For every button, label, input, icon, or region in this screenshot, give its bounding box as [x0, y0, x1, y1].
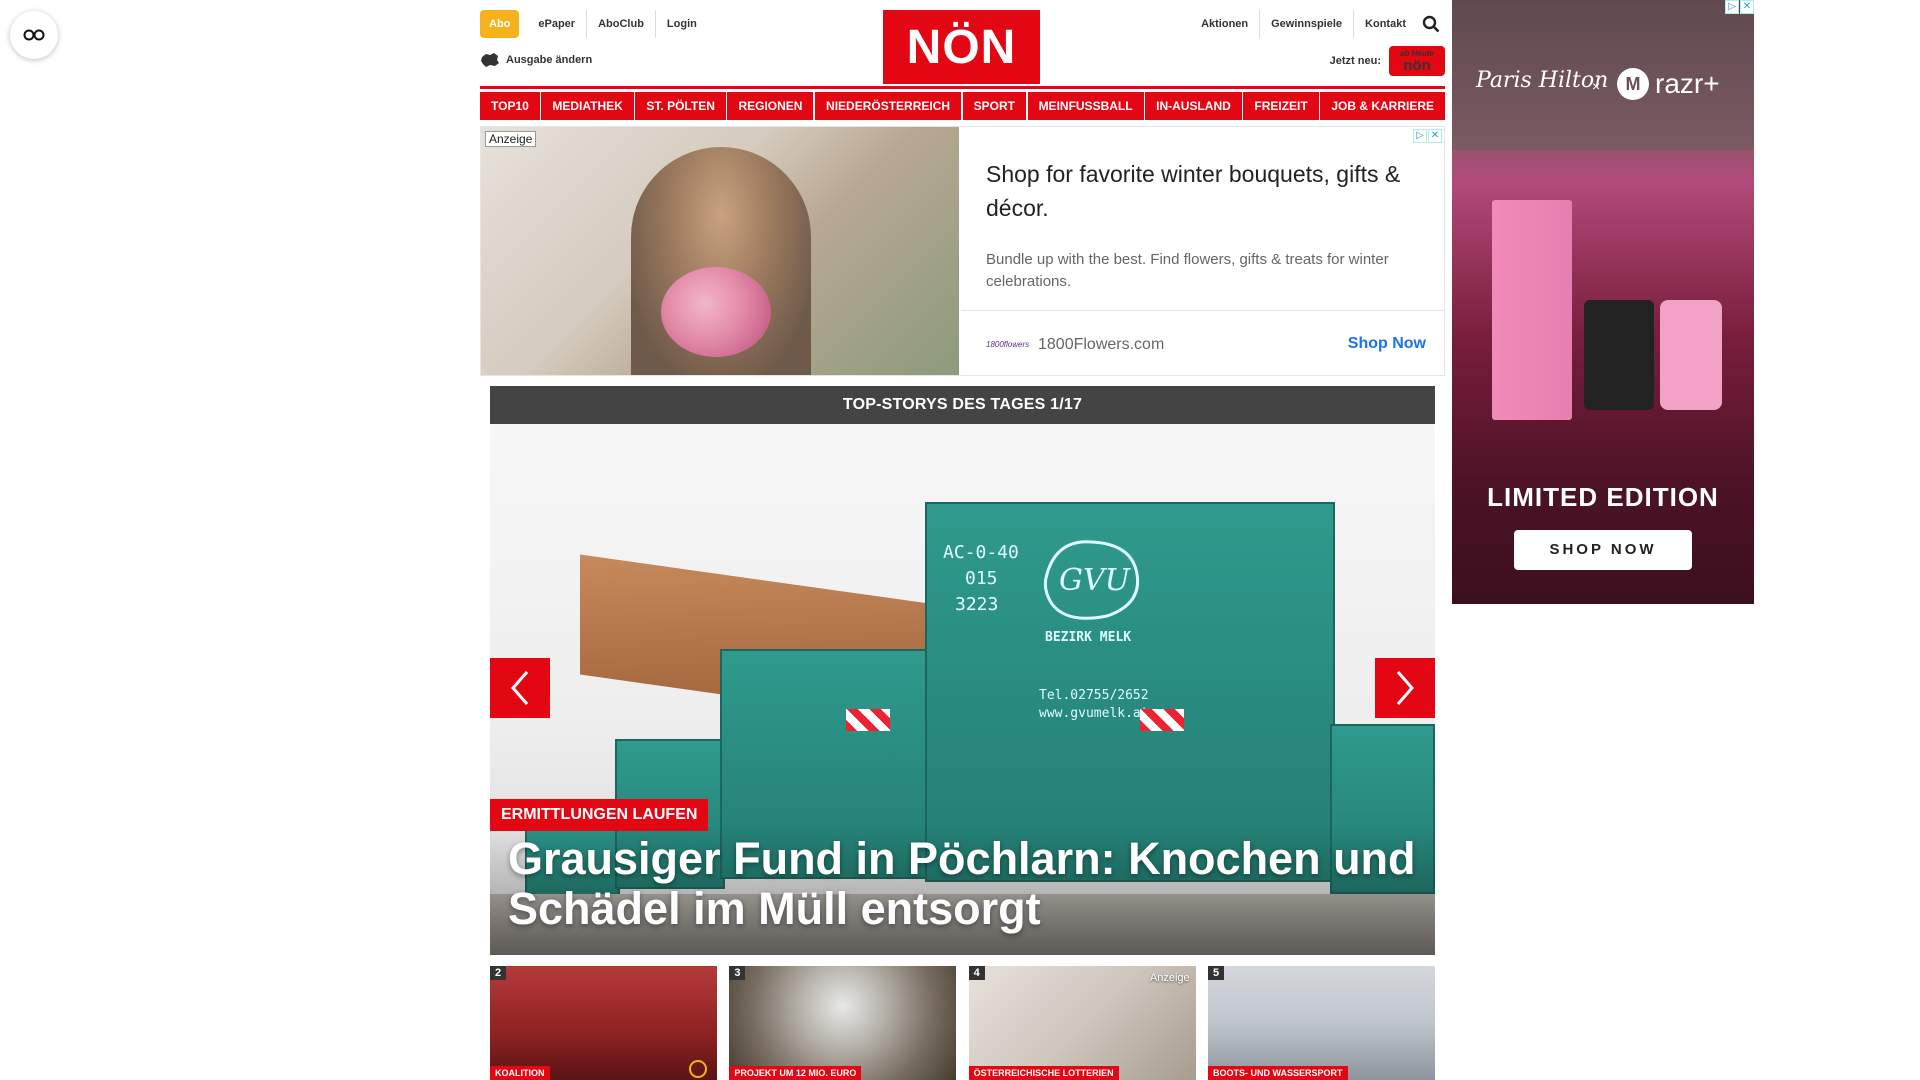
side-ad-brand-right-wrap: M razr+	[1617, 68, 1720, 100]
header-left-links: Abo ePaper AboClub Login	[480, 10, 708, 38]
topstories-header: TOP-STORYS DES TAGES 1/17	[490, 386, 1435, 424]
container-brand: BEZIRK MELK	[1045, 630, 1132, 645]
thumbnail-anzeige: Anzeige	[1149, 972, 1190, 984]
header-right-links: Aktionen Gewinnspiele Kontakt	[1190, 10, 1445, 38]
adchoices-icon[interactable]: ▷	[1413, 129, 1427, 143]
side-ad-headline: LIMITED EDITION	[1487, 482, 1719, 512]
jetzt-badge-large: nön	[1403, 56, 1431, 74]
container-phone: Tel.02755/2652	[1039, 688, 1149, 703]
carousel-next-button[interactable]	[1375, 658, 1435, 718]
lower-austria-map-icon	[481, 53, 499, 67]
header-divider	[480, 86, 1445, 89]
epaper-link[interactable]: ePaper	[527, 10, 586, 38]
ad-close-icon[interactable]: ✕	[1428, 129, 1442, 143]
nav-item-in-ausland[interactable]: IN-AUSLAND	[1145, 92, 1242, 120]
nav-item-niederoesterreich[interactable]: NIEDERÖSTERREICH	[815, 92, 962, 120]
svg-text:GVU: GVU	[1059, 563, 1132, 598]
aboclub-link[interactable]: AboClub	[586, 10, 655, 38]
thumbnail-label: KOALITION	[490, 1066, 550, 1080]
play-icon	[689, 1060, 707, 1078]
thumbnail-label: BOOTS- UND WASSERSPORT	[1207, 1066, 1348, 1080]
nav-item-top10[interactable]: TOP10	[480, 92, 540, 120]
container-web: www.gvumelk.at	[1039, 706, 1149, 721]
login-link[interactable]: Login	[654, 10, 708, 38]
ad-close-icon[interactable]: ✕	[1740, 0, 1754, 14]
nav-item-regionen[interactable]: REGIONEN	[727, 92, 814, 120]
carousel-prev-button[interactable]	[490, 658, 550, 718]
adchoices[interactable]: ▷ ✕	[1413, 129, 1442, 143]
ad-divider	[961, 310, 1445, 311]
jetzt-neu-badge[interactable]: ab Heute nön	[1389, 46, 1445, 76]
container-id-text: AC-0-40 015 3223	[943, 540, 1019, 618]
jetzt-neu-label: Jetzt neu:	[1329, 55, 1381, 67]
thumbnail-number: 2	[490, 966, 507, 980]
adchoices-icon[interactable]: ▷	[1725, 0, 1739, 14]
side-ad-brand-x: ×	[1592, 78, 1601, 94]
nav-item-st-poelten[interactable]: ST. PÖLTEN	[635, 92, 726, 120]
ad-brand-logo-icon: 1800flowers	[986, 340, 1030, 349]
story-thumbnail[interactable]: 4 Anzeige ÖSTERREICHISCHE LOTTERIEN	[968, 966, 1196, 1080]
side-ad-phone-pink-icon	[1660, 300, 1722, 410]
search-icon	[1422, 15, 1440, 33]
edition-switcher[interactable]: Ausgabe ändern	[480, 52, 592, 68]
hazard-stripe	[1140, 709, 1184, 731]
edition-label: Ausgabe ändern	[506, 54, 593, 66]
ad-banner[interactable]: Anzeige ▷ ✕ Shop for favorite winter bou…	[480, 126, 1445, 376]
side-ad-brand-right: razr+	[1655, 68, 1720, 99]
story-thumbnail[interactable]: 3 PROJEKT UM 12 MIO. EURO	[729, 966, 957, 1080]
aktionen-link[interactable]: Aktionen	[1190, 10, 1261, 38]
ad-image-bouquet	[661, 267, 771, 357]
ad-title[interactable]: Shop for favorite winter bouquets, gifts…	[986, 157, 1426, 225]
jetzt-neu-promo[interactable]: Jetzt neu: ab Heute nön	[1330, 46, 1445, 76]
hero-tag[interactable]: ERMITTLUNGEN LAUFEN	[490, 799, 709, 831]
ad-description: Bundle up with the best. Find flowers, g…	[986, 251, 1389, 290]
site-container: Abo ePaper AboClub Login Ausgabe ändern …	[480, 0, 1445, 1080]
hazard-stripe	[846, 709, 890, 731]
ad-shop-now-button[interactable]: Shop Now	[1348, 335, 1426, 353]
thumbnail-label: PROJEKT UM 12 MIO. EURO	[729, 1066, 862, 1080]
story-thumbnail[interactable]: 5 BOOTS- UND WASSERSPORT	[1207, 966, 1435, 1080]
abo-button[interactable]: Abo	[480, 10, 520, 38]
ad-image[interactable]: Anzeige	[481, 127, 959, 375]
ad-brand-name: 1800Flowers.com	[1038, 336, 1165, 353]
side-ad-phone-icon	[1584, 300, 1654, 410]
thumbnail-number: 4	[968, 966, 985, 980]
container-id-line-2: 015	[965, 568, 998, 589]
search-button[interactable]	[1417, 10, 1445, 38]
ad-badge: Anzeige	[485, 131, 537, 147]
container-id-line-1: AC-0-40	[943, 542, 1019, 563]
nav-item-sport[interactable]: SPORT	[962, 92, 1026, 120]
chevron-left-icon	[511, 671, 529, 705]
side-ad-product-box	[1492, 200, 1572, 420]
side-ad-brand-left: Paris Hilton	[1476, 68, 1609, 93]
gvu-logo-icon: GVU	[1043, 540, 1140, 620]
container-id-line-3: 3223	[955, 594, 999, 615]
header: Abo ePaper AboClub Login Ausgabe ändern …	[480, 0, 1445, 86]
noen-logo[interactable]: NÖN	[883, 10, 1040, 84]
nav-item-freizeit[interactable]: FREIZEIT	[1243, 92, 1319, 120]
thumbnail-number: 3	[729, 966, 746, 980]
side-ad-shop-now-button[interactable]: SHOP NOW	[1514, 530, 1692, 570]
side-ad[interactable]: ▷ ✕ Paris Hilton × M razr+ LIMITED EDITI…	[1452, 0, 1754, 604]
story-thumbnail[interactable]: 2 KOALITION	[490, 966, 717, 1080]
gewinnspiele-link[interactable]: Gewinnspiele	[1260, 10, 1355, 38]
story-thumbnails: 2 KOALITION 3 PROJEKT UM 12 MIO. EURO 4 …	[490, 966, 1435, 1080]
kontakt-link[interactable]: Kontakt	[1354, 10, 1417, 38]
hero-headline[interactable]: Grausiger Fund in Pöchlarn: Knochen und …	[508, 834, 1418, 934]
hero-story[interactable]: AC-0-40 015 3223 GVU BEZIRK MELK Tel.027…	[490, 424, 1435, 955]
thumbnail-number: 5	[1207, 966, 1225, 980]
nav-item-meinfussball[interactable]: MEINFUSSBALL	[1027, 92, 1144, 120]
nav-item-job-karriere[interactable]: JOB & KARRIERE	[1320, 92, 1445, 120]
reader-mode-button[interactable]	[10, 11, 58, 59]
glasses-icon	[23, 29, 45, 41]
motorola-logo-icon: M	[1617, 68, 1649, 100]
ad-brand[interactable]: 1800flowers 1800Flowers.com	[986, 335, 1164, 355]
nav-item-mediathek[interactable]: MEDIATHEK	[541, 92, 634, 120]
side-adchoices[interactable]: ▷ ✕	[1725, 0, 1754, 14]
main-navigation: TOP10 MEDIATHEK ST. PÖLTEN REGIONEN NIED…	[480, 92, 1445, 120]
thumbnail-label: ÖSTERREICHISCHE LOTTERIEN	[968, 1066, 1119, 1080]
chevron-right-icon	[1396, 671, 1414, 705]
